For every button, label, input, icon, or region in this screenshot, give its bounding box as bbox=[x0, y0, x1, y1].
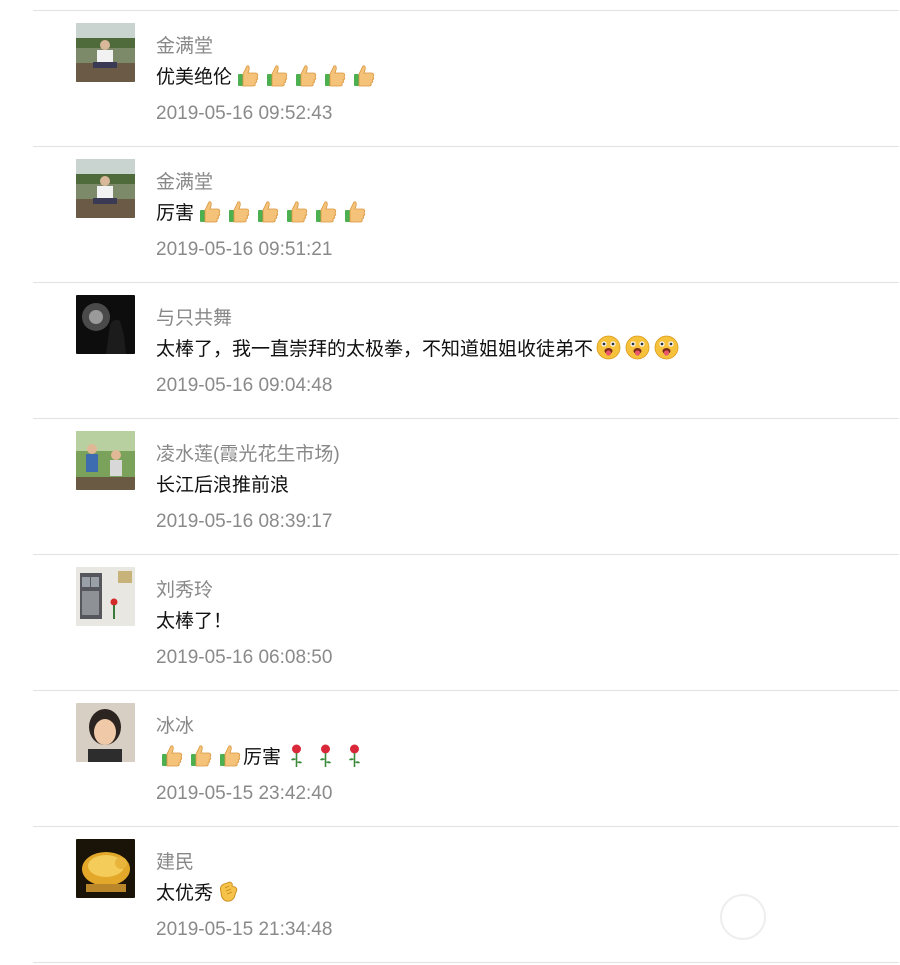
commenter-name[interactable]: 与只共舞 bbox=[156, 303, 232, 330]
tongue-face-icon bbox=[595, 334, 622, 361]
thumbs-up-icon bbox=[283, 198, 310, 225]
comment-item: 金满堂 优美绝伦 2019-05-16 09:52:43 bbox=[33, 11, 899, 147]
comment-timestamp: 2019-05-15 23:42:40 bbox=[156, 783, 333, 804]
thumbs-up-icon bbox=[350, 62, 377, 89]
comment-item: 与只共舞 太棒了，我一直崇拜的太极拳，不知道姐姐收徒弟不 2019-05-16 … bbox=[33, 283, 899, 419]
comment-list: 金满堂 优美绝伦 2019-05-16 09:52:43 金满堂 厉害 2019… bbox=[33, 10, 899, 963]
commenter-name[interactable]: 金满堂 bbox=[156, 31, 213, 58]
comment-timestamp: 2019-05-16 09:52:43 bbox=[156, 103, 333, 124]
comment-item: 建民 太优秀 2019-05-15 21:34:48 bbox=[33, 827, 899, 963]
commenter-name[interactable]: 刘秀玲 bbox=[156, 575, 213, 602]
thumbs-up-icon bbox=[216, 742, 243, 769]
thumbs-up-icon bbox=[292, 62, 319, 89]
comment-text: 优美绝伦 bbox=[156, 62, 377, 89]
thumbs-up-icon bbox=[158, 742, 185, 769]
commenter-name[interactable]: 金满堂 bbox=[156, 167, 213, 194]
comment-text: 太棒了，我一直崇拜的太极拳，不知道姐姐收徒弟不 bbox=[156, 334, 680, 361]
avatar[interactable] bbox=[76, 431, 135, 490]
avatar[interactable] bbox=[76, 159, 135, 218]
thumbs-up-icon bbox=[196, 198, 223, 225]
comment-text: 厉害 bbox=[156, 742, 368, 769]
thumbs-up-icon bbox=[225, 198, 252, 225]
commenter-name[interactable]: 凌水莲(霞光花生市场) bbox=[156, 439, 340, 466]
thumbs-up-icon bbox=[341, 198, 368, 225]
comment-item: 凌水莲(霞光花生市场) 长江后浪推前浪 2019-05-16 08:39:17 bbox=[33, 419, 899, 555]
clap-hands-icon bbox=[215, 878, 242, 905]
rose-icon bbox=[283, 742, 310, 769]
comment-item: 刘秀玲 太棒了！ 2019-05-16 06:08:50 bbox=[33, 555, 899, 691]
comment-timestamp: 2019-05-15 21:34:48 bbox=[156, 919, 333, 940]
comment-text: 厉害 bbox=[156, 198, 368, 225]
thumbs-up-icon bbox=[254, 198, 281, 225]
comment-timestamp: 2019-05-16 09:04:48 bbox=[156, 375, 333, 396]
avatar[interactable] bbox=[76, 839, 135, 898]
tongue-face-icon bbox=[624, 334, 651, 361]
thumbs-up-icon bbox=[263, 62, 290, 89]
rose-icon bbox=[312, 742, 339, 769]
thumbs-up-icon bbox=[321, 62, 348, 89]
thumbs-up-icon bbox=[187, 742, 214, 769]
comment-text: 太棒了！ bbox=[156, 611, 233, 632]
avatar[interactable] bbox=[76, 295, 135, 354]
comment-item: 金满堂 厉害 2019-05-16 09:51:21 bbox=[33, 147, 899, 283]
commenter-name[interactable]: 冰冰 bbox=[156, 711, 194, 738]
tongue-face-icon bbox=[653, 334, 680, 361]
comment-item: 冰冰 厉害 2019-05-15 23:42:40 bbox=[33, 691, 899, 827]
commenter-name[interactable]: 建民 bbox=[156, 847, 194, 874]
thumbs-up-icon bbox=[234, 62, 261, 89]
avatar[interactable] bbox=[76, 567, 135, 626]
rose-icon bbox=[341, 742, 368, 769]
watermark-icon bbox=[720, 894, 766, 940]
thumbs-up-icon bbox=[312, 198, 339, 225]
comment-timestamp: 2019-05-16 06:08:50 bbox=[156, 647, 333, 668]
avatar[interactable] bbox=[76, 23, 135, 82]
avatar[interactable] bbox=[76, 703, 135, 762]
comment-timestamp: 2019-05-16 09:51:21 bbox=[156, 239, 333, 260]
comment-text: 长江后浪推前浪 bbox=[156, 475, 290, 496]
comment-text: 太优秀 bbox=[156, 878, 242, 905]
comment-timestamp: 2019-05-16 08:39:17 bbox=[156, 511, 333, 532]
